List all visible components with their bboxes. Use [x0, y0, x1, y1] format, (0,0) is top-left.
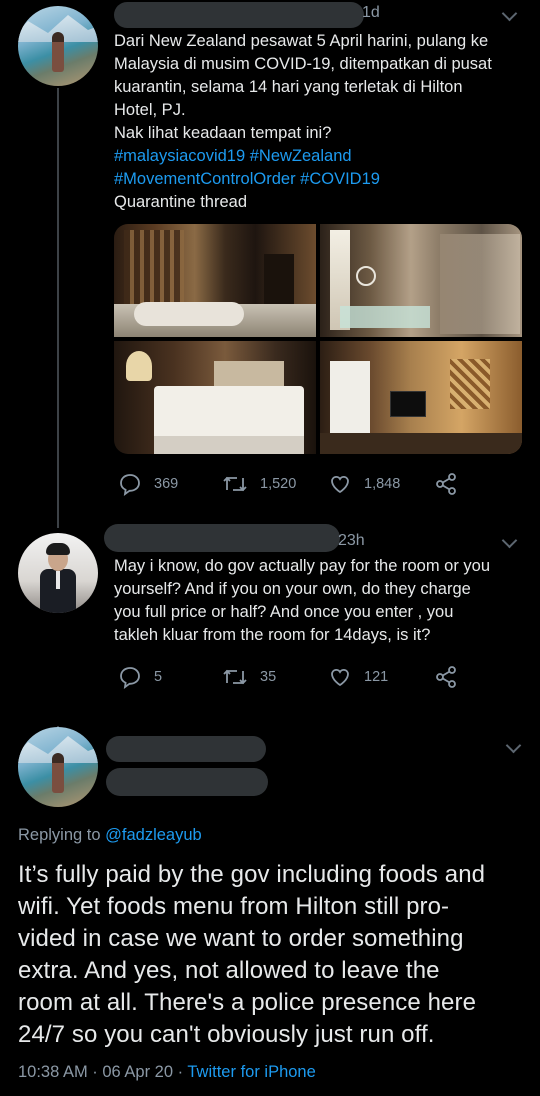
- tweet-text-line: Nak lihat keadaan tempat ini?: [114, 124, 332, 142]
- replying-to-label: Replying to: [18, 826, 106, 844]
- tweet-text-line: yourself? And if you on your own, do the…: [114, 580, 471, 598]
- redacted-username: [114, 2, 364, 28]
- reply-icon: [120, 474, 140, 496]
- retweet-count: 1,520: [260, 476, 297, 492]
- tweet-body-line: It’s fully paid by the gov including foo…: [18, 861, 486, 888]
- redacted-username: [104, 524, 340, 552]
- tweet-text: May i know, do gov actually pay for the …: [114, 555, 534, 647]
- tweet-text-line: Malaysia di musim COVID-19, ditempatkan …: [114, 55, 492, 73]
- chevron-down-icon[interactable]: [505, 737, 522, 754]
- tweet-time[interactable]: 23h: [338, 532, 365, 550]
- tweet-body-line: vided in case we want to order something: [18, 925, 464, 952]
- tweet-time[interactable]: 1d: [362, 4, 380, 22]
- reply-count: 369: [154, 476, 179, 492]
- thread-line: [57, 88, 59, 528]
- share-icon: [436, 666, 456, 688]
- reply-count: 5: [154, 669, 163, 685]
- avatar[interactable]: [18, 727, 98, 807]
- retweet-icon: [223, 669, 247, 685]
- retweet-button[interactable]: 35: [222, 665, 276, 689]
- tweet-text: Dari New Zealand pesawat 5 April harini,…: [114, 30, 534, 214]
- photo-room-tv-wall[interactable]: [320, 341, 522, 454]
- avatar[interactable]: [18, 533, 98, 613]
- avatar-photo-person: [52, 32, 64, 72]
- replying-to-handle[interactable]: @fadzleayub: [105, 826, 202, 844]
- avatar[interactable]: [18, 6, 98, 86]
- redacted-display-name: [106, 736, 266, 762]
- heart-icon: [331, 668, 349, 687]
- like-count: 121: [364, 669, 389, 685]
- like-button[interactable]: 121: [328, 665, 388, 689]
- tweet-text-line: Quarantine thread: [114, 193, 248, 211]
- tweet-body-line: wifi. Yet foods menu from Hilton still p…: [18, 893, 450, 920]
- hashtag-link[interactable]: #MovementControlOrder #COVID19: [114, 168, 534, 191]
- share-icon: [436, 473, 456, 495]
- share-button[interactable]: [434, 472, 458, 501]
- photo-bathroom-tub[interactable]: [114, 224, 316, 337]
- retweet-count: 35: [260, 669, 277, 685]
- reply-button[interactable]: 369: [118, 472, 178, 496]
- tweet-text-line: May i know, do gov actually pay for the …: [114, 557, 491, 575]
- reply-button[interactable]: 5: [118, 665, 162, 689]
- tweet-text-line: Dari New Zealand pesawat 5 April harini,…: [114, 32, 489, 50]
- reply-icon: [120, 667, 140, 689]
- source-link[interactable]: Twitter for iPhone: [187, 1063, 315, 1081]
- chevron-down-icon[interactable]: [501, 532, 518, 549]
- retweet-icon: [223, 476, 247, 492]
- tweet-body-line: 24/7 so you can't obviously just run off…: [18, 1021, 435, 1048]
- tweet-text-line: kuarantin, selama 14 hari yang terletak …: [114, 78, 463, 96]
- tweet-text-line: takleh kluar from the room for 14days, i…: [114, 626, 431, 644]
- tweet-body: It’s fully paid by the gov including foo…: [18, 859, 538, 1051]
- tweet-text-line: Hotel, PJ.: [114, 101, 186, 119]
- tweet-body-line: extra. And yes, not allowed to leave the: [18, 957, 440, 984]
- photo-bedroom-bed[interactable]: [114, 341, 316, 454]
- tweet-text-line: you full price or half? And once you ent…: [114, 603, 454, 621]
- hashtag-link[interactable]: #malaysiacovid19 #NewZealand: [114, 145, 534, 168]
- photo-bathroom-shower[interactable]: [320, 224, 522, 337]
- redacted-handle: [106, 768, 268, 796]
- tweet-body-line: room at all. There's a police presence h…: [18, 989, 477, 1016]
- like-button[interactable]: 1,848: [328, 472, 400, 496]
- tweet-timestamp: 10:38 AM · 06 Apr 20 · Twitter for iPhon…: [18, 1063, 316, 1082]
- media-grid: [114, 224, 522, 454]
- share-button[interactable]: [434, 665, 458, 694]
- avatar-photo-person: [52, 753, 64, 793]
- retweet-button[interactable]: 1,520: [222, 472, 296, 496]
- heart-icon: [331, 475, 349, 494]
- replying-to: Replying to @fadzleayub: [18, 826, 202, 845]
- like-count: 1,848: [364, 476, 401, 492]
- chevron-down-icon[interactable]: [501, 5, 518, 22]
- timestamp-text: 10:38 AM · 06 Apr 20 ·: [18, 1063, 188, 1081]
